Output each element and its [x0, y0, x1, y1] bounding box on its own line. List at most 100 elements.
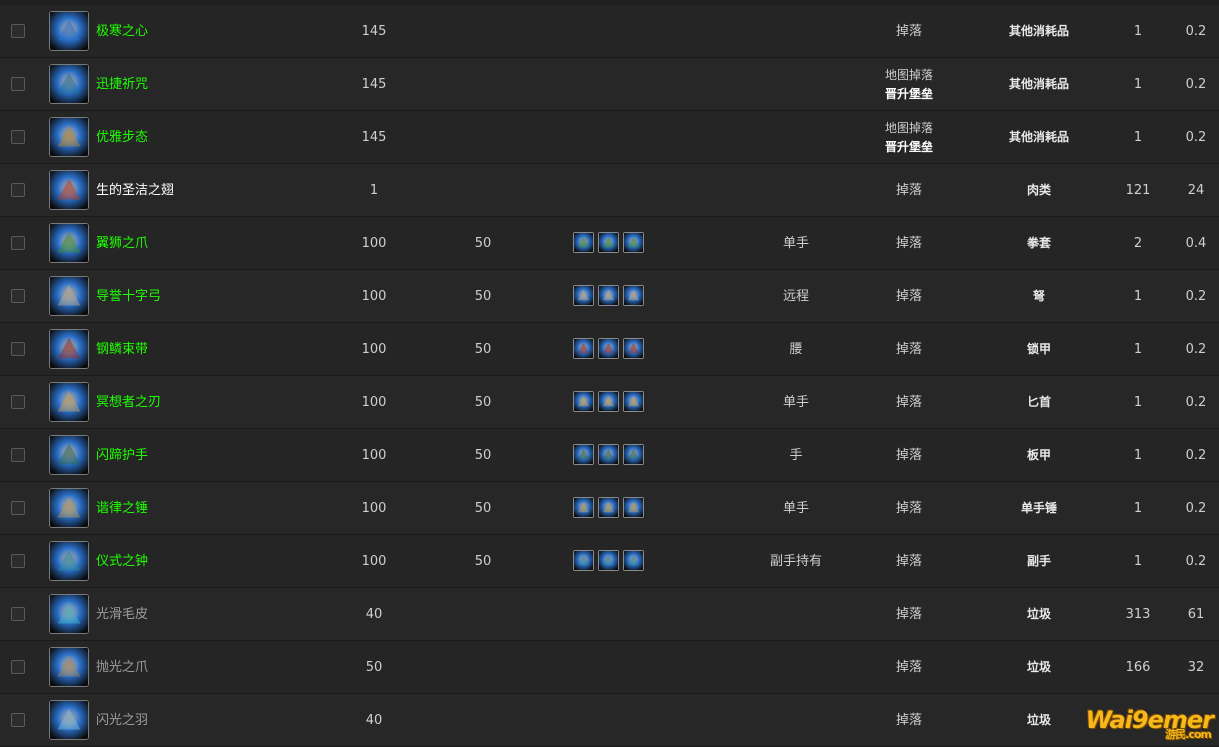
gauntlet-variant-icon[interactable]	[573, 444, 594, 465]
row-checkbox[interactable]	[11, 713, 25, 727]
bell-variant-icon[interactable]	[573, 550, 594, 571]
item-slot: 远程	[746, 270, 846, 323]
mace-variant-icon[interactable]	[623, 497, 644, 518]
item-source: 掉落	[859, 482, 959, 535]
source-zone-link[interactable]: 晋升堡垒	[859, 138, 959, 157]
required-level: 50	[443, 217, 523, 270]
belt-variant-icon[interactable]	[573, 338, 594, 359]
mace-icon[interactable]	[49, 488, 89, 528]
dagger-variant-icon[interactable]	[573, 391, 594, 412]
raw-wing-icon[interactable]	[49, 170, 89, 210]
row-checkbox[interactable]	[11, 342, 25, 356]
item-name-link[interactable]: 闪光之羽	[96, 694, 148, 747]
belt-icon[interactable]	[49, 329, 89, 369]
item-name-link[interactable]: 优雅步态	[96, 111, 148, 164]
table-row[interactable]: 优雅步态145地图掉落晋升堡垒其他消耗品10.2	[0, 111, 1219, 164]
dagger-variant-icon[interactable]	[598, 391, 619, 412]
item-name-link[interactable]: 闪蹄护手	[96, 429, 148, 482]
gryphon-claw-icon[interactable]	[49, 223, 89, 263]
table-row[interactable]: 闪蹄护手10050手掉落板甲10.2	[0, 429, 1219, 482]
item-name-link[interactable]: 仪式之钟	[96, 535, 148, 588]
source-zone-link[interactable]: 晋升堡垒	[859, 85, 959, 104]
runner-icon[interactable]	[49, 64, 89, 104]
item-level: 145	[334, 111, 414, 164]
drop-rate: 0.4	[1166, 217, 1219, 270]
row-checkbox[interactable]	[11, 24, 25, 38]
frost-heart-icon[interactable]	[49, 11, 89, 51]
drop-rate: 0.2	[1166, 535, 1219, 588]
item-level: 40	[334, 694, 414, 747]
row-checkbox[interactable]	[11, 77, 25, 91]
table-row[interactable]: 抛光之爪50掉落垃圾16632	[0, 641, 1219, 694]
row-checkbox[interactable]	[11, 395, 25, 409]
table-row[interactable]: 冥想者之刃10050单手掉落匕首10.2	[0, 376, 1219, 429]
table-row[interactable]: 谐律之锤10050单手掉落单手锤10.2	[0, 482, 1219, 535]
bell-variant-icon[interactable]	[623, 550, 644, 571]
claw-icon[interactable]	[49, 647, 89, 687]
table-row[interactable]: 光滑毛皮40掉落垃圾31361	[0, 588, 1219, 641]
drop-count: 1	[1108, 376, 1168, 429]
mace-variant-icon[interactable]	[573, 497, 594, 518]
dagger-variant-icon[interactable]	[623, 391, 644, 412]
drop-rate: 0.2	[1166, 270, 1219, 323]
item-name-link[interactable]: 极寒之心	[96, 5, 148, 58]
gryphon-claw-variant-icon[interactable]	[598, 232, 619, 253]
gryphon-claw-variant-icon[interactable]	[573, 232, 594, 253]
item-name-link[interactable]: 生的圣洁之翅	[96, 164, 174, 217]
variant-icons	[573, 550, 648, 572]
belt-variant-icon[interactable]	[598, 338, 619, 359]
row-checkbox[interactable]	[11, 501, 25, 515]
item-name-link[interactable]: 抛光之爪	[96, 641, 148, 694]
row-checkbox[interactable]	[11, 554, 25, 568]
graceful-stride-icon[interactable]	[49, 117, 89, 157]
table-row[interactable]: 生的圣洁之翅1掉落肉类12124	[0, 164, 1219, 217]
table-row[interactable]: 导誉十字弓10050远程掉落弩10.2	[0, 270, 1219, 323]
crossbow-variant-icon[interactable]	[623, 285, 644, 306]
bell-icon[interactable]	[49, 541, 89, 581]
item-name-link[interactable]: 冥想者之刃	[96, 376, 161, 429]
row-checkbox[interactable]	[11, 236, 25, 250]
table-row[interactable]: 极寒之心145掉落其他消耗品10.2	[0, 5, 1219, 58]
item-type: 肉类	[989, 164, 1089, 217]
item-name-link[interactable]: 谐律之锤	[96, 482, 148, 535]
item-type: 拳套	[989, 217, 1089, 270]
gryphon-claw-variant-icon[interactable]	[623, 232, 644, 253]
item-name-link[interactable]: 光滑毛皮	[96, 588, 148, 641]
crossbow-icon[interactable]	[49, 276, 89, 316]
drop-rate: 0.2	[1166, 376, 1219, 429]
belt-variant-icon[interactable]	[623, 338, 644, 359]
table-row[interactable]: 迅捷祈咒145地图掉落晋升堡垒其他消耗品10.2	[0, 58, 1219, 111]
fur-icon[interactable]	[49, 594, 89, 634]
item-name-link[interactable]: 钢鳞束带	[96, 323, 148, 376]
table-row[interactable]: 钢鳞束带10050腰掉落锁甲10.2	[0, 323, 1219, 376]
table-row[interactable]: 仪式之钟10050副手持有掉落副手10.2	[0, 535, 1219, 588]
item-name-link[interactable]: 迅捷祈咒	[96, 58, 148, 111]
drop-count: 1	[1108, 270, 1168, 323]
item-source: 掉落	[859, 164, 959, 217]
required-level: 50	[443, 429, 523, 482]
item-level: 100	[334, 270, 414, 323]
gauntlet-variant-icon[interactable]	[598, 444, 619, 465]
mace-variant-icon[interactable]	[598, 497, 619, 518]
item-name-link[interactable]: 导誉十字弓	[96, 270, 161, 323]
item-table: 极寒之心145掉落其他消耗品10.2迅捷祈咒145地图掉落晋升堡垒其他消耗品10…	[0, 5, 1219, 747]
table-row[interactable]: 翼狮之爪10050单手掉落拳套20.4	[0, 217, 1219, 270]
item-slot: 副手持有	[746, 535, 846, 588]
gauntlet-variant-icon[interactable]	[623, 444, 644, 465]
bell-variant-icon[interactable]	[598, 550, 619, 571]
row-checkbox[interactable]	[11, 607, 25, 621]
row-checkbox[interactable]	[11, 289, 25, 303]
item-source: 掉落	[859, 694, 959, 747]
row-checkbox[interactable]	[11, 660, 25, 674]
crossbow-variant-icon[interactable]	[598, 285, 619, 306]
gauntlet-icon[interactable]	[49, 435, 89, 475]
item-name-link[interactable]: 翼狮之爪	[96, 217, 148, 270]
row-checkbox[interactable]	[11, 130, 25, 144]
row-checkbox[interactable]	[11, 448, 25, 462]
dagger-icon[interactable]	[49, 382, 89, 422]
item-type: 弩	[989, 270, 1089, 323]
table-row[interactable]: 闪光之羽40掉落垃圾	[0, 694, 1219, 747]
crossbow-variant-icon[interactable]	[573, 285, 594, 306]
feather-icon[interactable]	[49, 700, 89, 740]
row-checkbox[interactable]	[11, 183, 25, 197]
